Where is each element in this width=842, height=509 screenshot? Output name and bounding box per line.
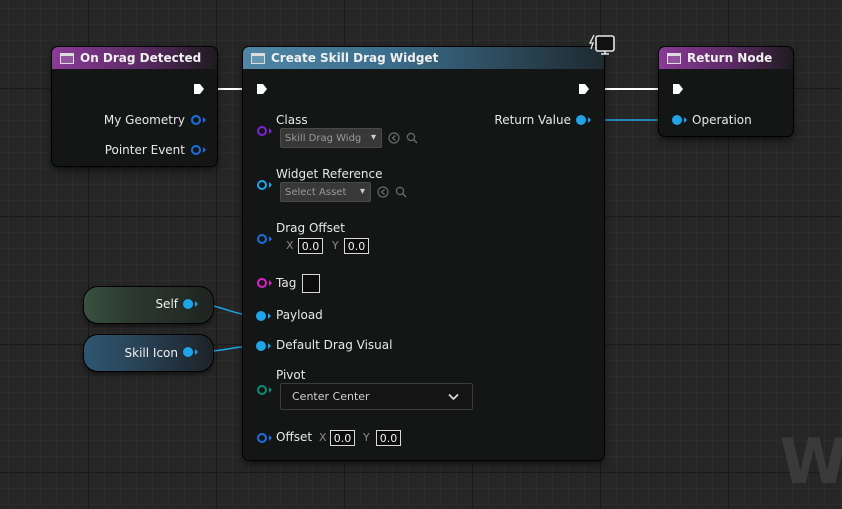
pin-arrow-icon [684,117,687,123]
chevron-down-icon: ▾ [359,186,365,197]
function-icon [60,52,74,64]
tag-pin[interactable] [257,278,267,288]
pin-arrow-icon [268,343,271,349]
exec-arrow-icon [257,84,267,94]
pin-arrow-icon [269,435,272,441]
class-label: Class [276,113,308,127]
operation-label: Operation [692,113,752,127]
pin-arrow-icon [269,182,272,188]
exec-arrow-icon [579,84,589,94]
create-widget-header[interactable]: Create Skill Drag Widget [243,47,604,69]
pin-arrow-icon [203,117,206,123]
widget-reference-label: Widget Reference [276,167,383,181]
monitor-icon [589,34,615,55]
pin-arrow-icon [269,236,272,242]
return-value-label: Return Value [494,113,571,127]
pin-arrow-icon [203,147,206,153]
function-icon [667,52,681,64]
offset-label: Offset [276,430,313,444]
operation-pin[interactable] [672,115,682,125]
exec-in-pin[interactable] [672,83,684,95]
browse-search-icon[interactable] [406,132,418,144]
drag-offset-x-axis: X [286,239,294,252]
exec-in-pin[interactable] [256,83,268,95]
return-node-title: Return Node [687,51,773,65]
widget-reference-dropdown[interactable]: Select Asset ▾ [280,182,371,202]
exec-out-pin[interactable] [193,83,205,95]
tag-field[interactable] [302,274,320,293]
chevron-down-icon: ▾ [370,132,376,143]
offset-x-field[interactable]: 0.0 [330,430,355,446]
drag-offset-label: Drag Offset [276,221,346,235]
exec-arrow-icon [673,84,683,94]
use-selected-icon[interactable] [377,186,389,198]
create-widget-title: Create Skill Drag Widget [271,51,439,65]
offset-x-axis: X [319,431,327,444]
payload-label: Payload [276,308,323,322]
pin-arrow-icon [269,280,272,286]
return-node[interactable]: Return Node Operation [659,47,793,136]
pin-arrow-icon [195,301,198,307]
pin-arrow-icon [268,313,271,319]
offset-y-field[interactable]: 0.0 [376,430,401,446]
on-drag-detected-title: On Drag Detected [80,51,202,65]
use-selected-icon[interactable] [388,132,400,144]
class-pin[interactable] [257,126,267,136]
pin-arrow-icon [269,387,272,393]
pin-arrow-icon [588,117,591,123]
offset-y-axis: Y [363,431,370,444]
browse-search-icon[interactable] [395,186,407,198]
tag-label: Tag [276,276,297,290]
pivot-dropdown[interactable]: Center Center [280,383,473,410]
on-drag-detected-node[interactable]: On Drag Detected My Geometry Pointer Eve… [52,47,217,166]
skill-icon-label: Skill Icon [124,346,178,360]
exec-arrow-icon [194,84,204,94]
skill-icon-output-pin[interactable] [183,347,193,357]
pivot-label: Pivot [276,368,306,382]
class-dropdown-value: Skill Drag Widg [285,132,362,144]
pin-arrow-icon [195,349,198,355]
self-label: Self [155,297,178,311]
return-node-header[interactable]: Return Node [659,47,793,69]
class-dropdown[interactable]: Skill Drag Widg ▾ [280,128,382,148]
pointer-event-pin[interactable] [191,145,201,155]
on-drag-detected-header[interactable]: On Drag Detected [52,47,217,69]
offset-pin[interactable] [257,433,267,443]
pin-arrow-icon [269,128,272,134]
drag-offset-pin[interactable] [257,234,267,244]
widget-reference-pin[interactable] [257,180,267,190]
my-geometry-pin[interactable] [191,115,201,125]
payload-pin[interactable] [256,311,266,321]
return-value-pin[interactable] [576,115,586,125]
self-output-pin[interactable] [183,299,193,309]
skill-icon-variable-node[interactable]: Skill Icon [84,335,213,371]
watermark-text: W [779,425,842,498]
drag-offset-y-axis: Y [332,239,339,252]
pointer-event-label: Pointer Event [104,143,185,157]
chevron-down-icon [448,393,459,401]
drag-offset-x-field[interactable]: 0.0 [298,238,323,254]
pivot-dropdown-value: Center Center [292,390,370,403]
drag-offset-y-field[interactable]: 0.0 [344,238,369,254]
pivot-pin[interactable] [257,385,267,395]
widget-reference-value: Select Asset [285,186,347,198]
function-icon [251,52,265,64]
exec-out-pin[interactable] [578,83,590,95]
create-skill-drag-widget-node[interactable]: Create Skill Drag Widget Return Value Cl… [243,47,604,460]
self-variable-node[interactable]: Self [84,287,213,323]
default-drag-visual-label: Default Drag Visual [276,338,393,352]
my-geometry-label: My Geometry [103,113,185,127]
default-drag-visual-pin[interactable] [256,341,266,351]
